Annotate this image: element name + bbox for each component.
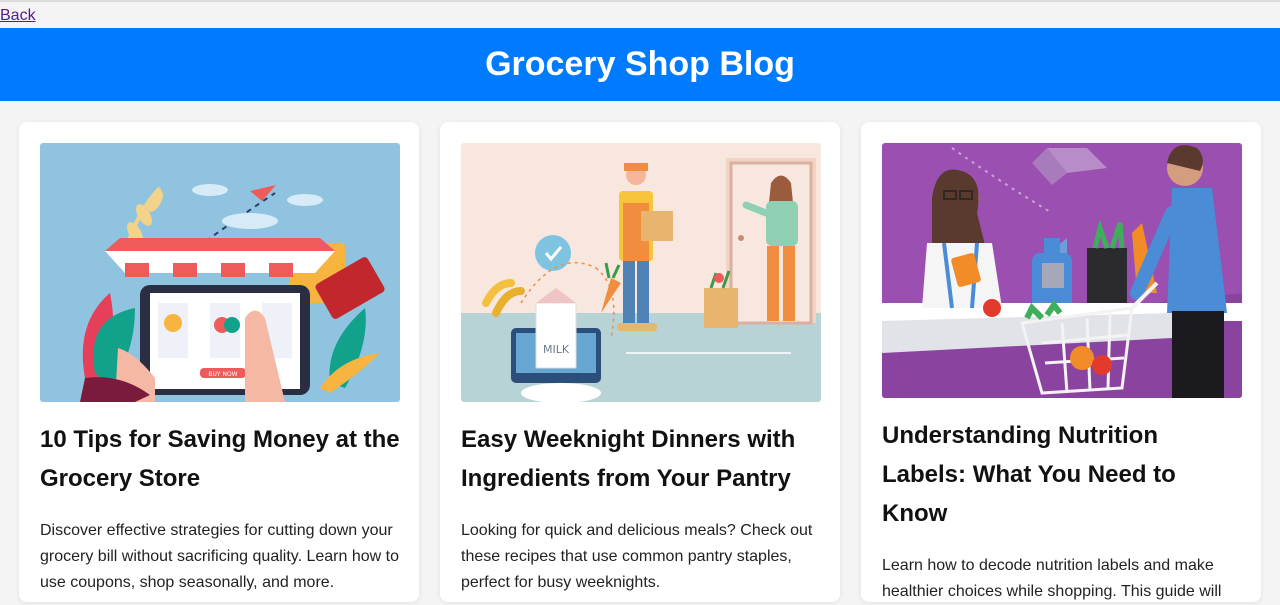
- back-link[interactable]: Back: [0, 7, 36, 25]
- post-image-delivery[interactable]: MILK: [461, 143, 821, 402]
- post-card-3[interactable]: Understanding Nutrition Labels: What You…: [861, 122, 1261, 602]
- shop-sign-text: BUY NOW: [208, 371, 237, 378]
- post-card-2[interactable]: MILK Easy Weeknight Dinners with Ingredi…: [440, 122, 840, 602]
- top-nav: Back: [0, 0, 1280, 28]
- post-excerpt-3: Learn how to decode nutrition labels and…: [882, 557, 1222, 600]
- post-image-shop[interactable]: BUY NOW: [40, 143, 400, 402]
- site-title: Grocery Shop Blog: [485, 45, 795, 83]
- post-title-2[interactable]: Easy Weeknight Dinners with Ingredients …: [461, 420, 821, 498]
- site-header: Grocery Shop Blog: [0, 28, 1280, 101]
- post-title-3[interactable]: Understanding Nutrition Labels: What You…: [882, 416, 1242, 533]
- post-excerpt-2: Looking for quick and delicious meals? C…: [461, 522, 813, 591]
- post-excerpt-1: Discover effective strategies for cuttin…: [40, 522, 399, 591]
- post-title-1[interactable]: 10 Tips for Saving Money at the Grocery …: [40, 420, 400, 498]
- post-image-checkout[interactable]: [882, 143, 1242, 398]
- post-card-1[interactable]: BUY NOW 10 Tips for Saving Money at the …: [19, 122, 419, 602]
- milk-carton-text: MILK: [543, 343, 570, 356]
